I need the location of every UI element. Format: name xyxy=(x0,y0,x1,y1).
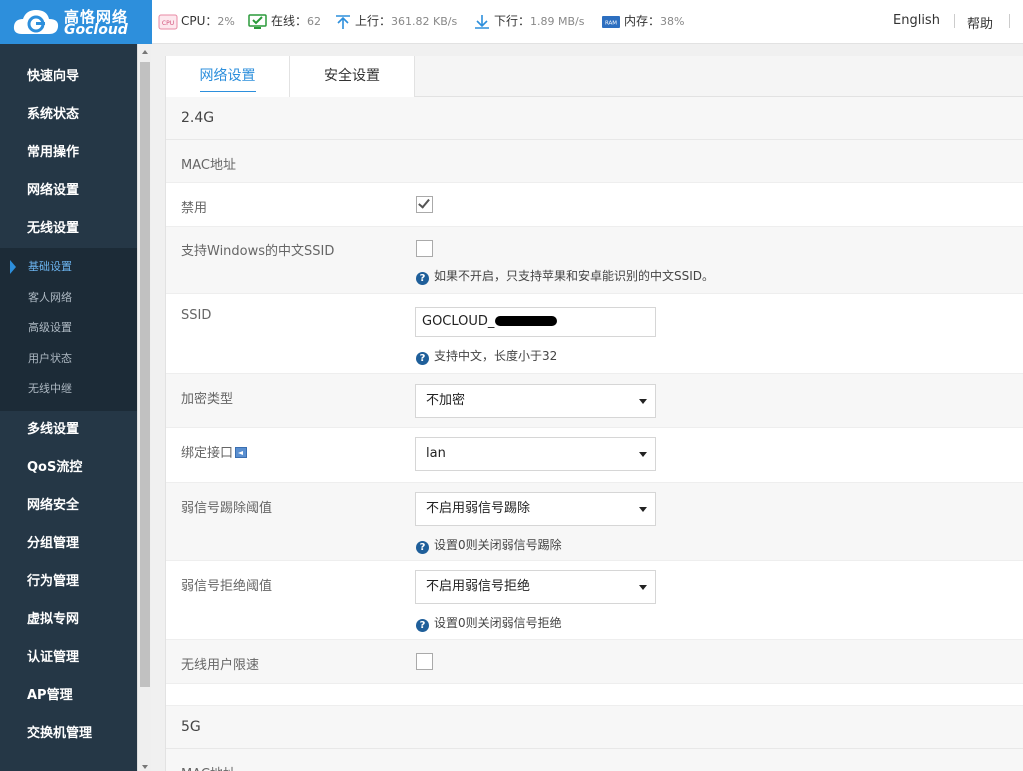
tab-bar: 网络设置 安全设置 xyxy=(166,56,1023,97)
sidebar-item-vpn[interactable]: 虚拟专网 xyxy=(0,601,137,639)
sidebar-item-system-status[interactable]: 系统状态 xyxy=(0,96,137,134)
rate-limit-row: 无线用户限速 xyxy=(166,640,1023,684)
dropdown-arrow-icon xyxy=(639,585,647,590)
reject-threshold-label: 弱信号拒绝阈值 xyxy=(181,579,273,594)
top-bar: 高恪网络 Gocloud CPU CPU：2% 在线：62 上行：361.82 … xyxy=(0,0,1023,44)
mac-label-5g: MAC地址 xyxy=(181,763,236,771)
reject-threshold-row: 弱信号拒绝阈值 不启用弱信号拒绝 ? 设置0则关闭弱信号拒绝 xyxy=(166,561,1023,640)
question-icon: ? xyxy=(416,352,429,365)
encrypt-row: 加密类型 不加密 xyxy=(166,374,1023,428)
memory-stat: RAM 内存：38% xyxy=(601,12,684,30)
sidebar-item-auth[interactable]: 认证管理 xyxy=(0,639,137,677)
dropdown-arrow-icon xyxy=(639,507,647,512)
question-icon: ? xyxy=(416,619,429,632)
dropdown-arrow-icon xyxy=(639,399,647,404)
bind-iface-row: 绑定接口 lan xyxy=(166,428,1023,483)
question-icon: ? xyxy=(416,541,429,554)
kick-threshold-label: 弱信号踢除阈值 xyxy=(181,501,273,516)
sidebar-scrollbar[interactable] xyxy=(137,44,151,771)
sidebar-item-groups[interactable]: 分组管理 xyxy=(0,525,137,563)
redaction-mark xyxy=(495,316,558,326)
section-title-24g: 2.4G xyxy=(166,97,1023,140)
sidebar-item-behavior[interactable]: 行为管理 xyxy=(0,563,137,601)
win-ssid-row: 支持Windows的中文SSID ? 如果不开启，只支持苹果和安卓能识别的中文SS… xyxy=(166,227,1023,294)
kick-threshold-row: 弱信号踢除阈值 不启用弱信号踢除 ? 设置0则关闭弱信号踢除 xyxy=(166,483,1023,561)
sidebar-item-net-security[interactable]: 网络安全 xyxy=(0,487,137,525)
monitor-check-icon xyxy=(248,13,267,29)
ssid-row: SSID GOCLOUD_ ? 支持中文，长度小于32 xyxy=(166,294,1023,374)
language-link[interactable]: English xyxy=(893,13,940,28)
top-divider xyxy=(954,14,955,28)
top-divider xyxy=(1009,14,1010,28)
sidebar-item-switch[interactable]: 交换机管理 xyxy=(0,715,137,753)
brand-logo[interactable]: 高恪网络 Gocloud xyxy=(0,0,152,44)
encrypt-select[interactable]: 不加密 xyxy=(415,384,656,418)
spacer-row xyxy=(166,684,1023,706)
dropdown-arrow-icon xyxy=(639,452,647,457)
sidebar-subitem-basic[interactable]: 基础设置 xyxy=(0,252,137,283)
section-title-5g: 5G xyxy=(166,706,1023,749)
download-stat: 下行：1.89 MB/s xyxy=(473,12,584,30)
cpu-icon: CPU xyxy=(158,14,178,29)
encrypt-label: 加密类型 xyxy=(181,392,234,407)
disable-label: 禁用 xyxy=(181,201,208,216)
cpu-stat: CPU CPU：2% xyxy=(158,12,235,30)
win-ssid-checkbox[interactable] xyxy=(416,240,433,257)
win-ssid-label: 支持Windows的中文SSID xyxy=(181,244,335,259)
bind-iface-label: 绑定接口 xyxy=(181,442,248,461)
upload-stat: 上行：361.82 KB/s xyxy=(334,12,457,30)
scroll-up-arrow-icon[interactable] xyxy=(142,50,148,54)
scroll-down-arrow-icon[interactable] xyxy=(142,765,148,769)
disable-row: 禁用 xyxy=(166,183,1023,227)
svg-text:CPU: CPU xyxy=(162,20,174,27)
tab-security-settings[interactable]: 安全设置 xyxy=(290,56,415,97)
ram-icon: RAM xyxy=(602,15,620,28)
reject-threshold-hint: ? 设置0则关闭弱信号拒绝 xyxy=(416,614,562,632)
rate-limit-checkbox[interactable] xyxy=(416,653,433,670)
ssid-hint: ? 支持中文，长度小于32 xyxy=(416,347,557,365)
reject-threshold-select[interactable]: 不启用弱信号拒绝 xyxy=(415,570,656,604)
online-stat: 在线：62 xyxy=(248,12,321,30)
ssid-label: SSID xyxy=(181,308,212,323)
rate-limit-label: 无线用户限速 xyxy=(181,658,260,673)
help-link[interactable]: 帮助 xyxy=(967,13,993,32)
tab-network-settings[interactable]: 网络设置 xyxy=(166,56,290,97)
download-arrow-icon xyxy=(475,14,489,29)
svg-text:RAM: RAM xyxy=(605,20,617,26)
sidebar-subitem-advanced[interactable]: 高级设置 xyxy=(0,313,137,344)
sidebar-subitem-repeater[interactable]: 无线中继 xyxy=(0,374,137,405)
mac-row: MAC地址 xyxy=(166,140,1023,183)
sidebar-item-network[interactable]: 网络设置 xyxy=(0,172,137,210)
sidebar-subitem-guest[interactable]: 客人网络 xyxy=(0,283,137,314)
mac-label: MAC地址 xyxy=(181,158,236,173)
sidebar-item-wireless[interactable]: 无线设置 xyxy=(0,210,137,248)
kick-threshold-hint: ? 设置0则关闭弱信号踢除 xyxy=(416,536,562,554)
main-panel: 网络设置 安全设置 2.4G MAC地址 禁用 支持Windows的中文SSID… xyxy=(165,56,1023,771)
sidebar-item-multiline[interactable]: 多线设置 xyxy=(0,411,137,449)
win-ssid-hint: ? 如果不开启，只支持苹果和安卓能识别的中文SSID。 xyxy=(416,267,714,285)
sidebar-item-qos[interactable]: QoS流控 xyxy=(0,449,137,487)
upload-arrow-icon xyxy=(336,14,350,29)
sidebar-item-common-ops[interactable]: 常用操作 xyxy=(0,134,137,172)
cloud-logo-icon xyxy=(13,10,59,34)
ssid-input[interactable]: GOCLOUD_ xyxy=(415,307,656,337)
mac-row-5g: MAC地址 xyxy=(166,749,1023,771)
kick-threshold-select[interactable]: 不启用弱信号踢除 xyxy=(415,492,656,526)
wireless-submenu: 基础设置 客人网络 高级设置 用户状态 无线中继 xyxy=(0,248,137,411)
scrollbar-thumb[interactable] xyxy=(140,62,150,687)
check-mark-icon xyxy=(418,196,430,209)
sidebar-item-quick-wizard[interactable]: 快速向导 xyxy=(0,58,137,96)
sidebar-subitem-user-status[interactable]: 用户状态 xyxy=(0,344,137,375)
sidebar: 快速向导 系统状态 常用操作 网络设置 无线设置 基础设置 客人网络 高级设置 … xyxy=(0,44,137,771)
question-icon: ? xyxy=(416,272,429,285)
interface-info-icon[interactable] xyxy=(235,447,248,458)
disable-checkbox[interactable] xyxy=(416,196,433,213)
brand-name-en: Gocloud xyxy=(64,22,128,38)
sidebar-item-ap[interactable]: AP管理 xyxy=(0,677,137,715)
bind-iface-select[interactable]: lan xyxy=(415,437,656,471)
